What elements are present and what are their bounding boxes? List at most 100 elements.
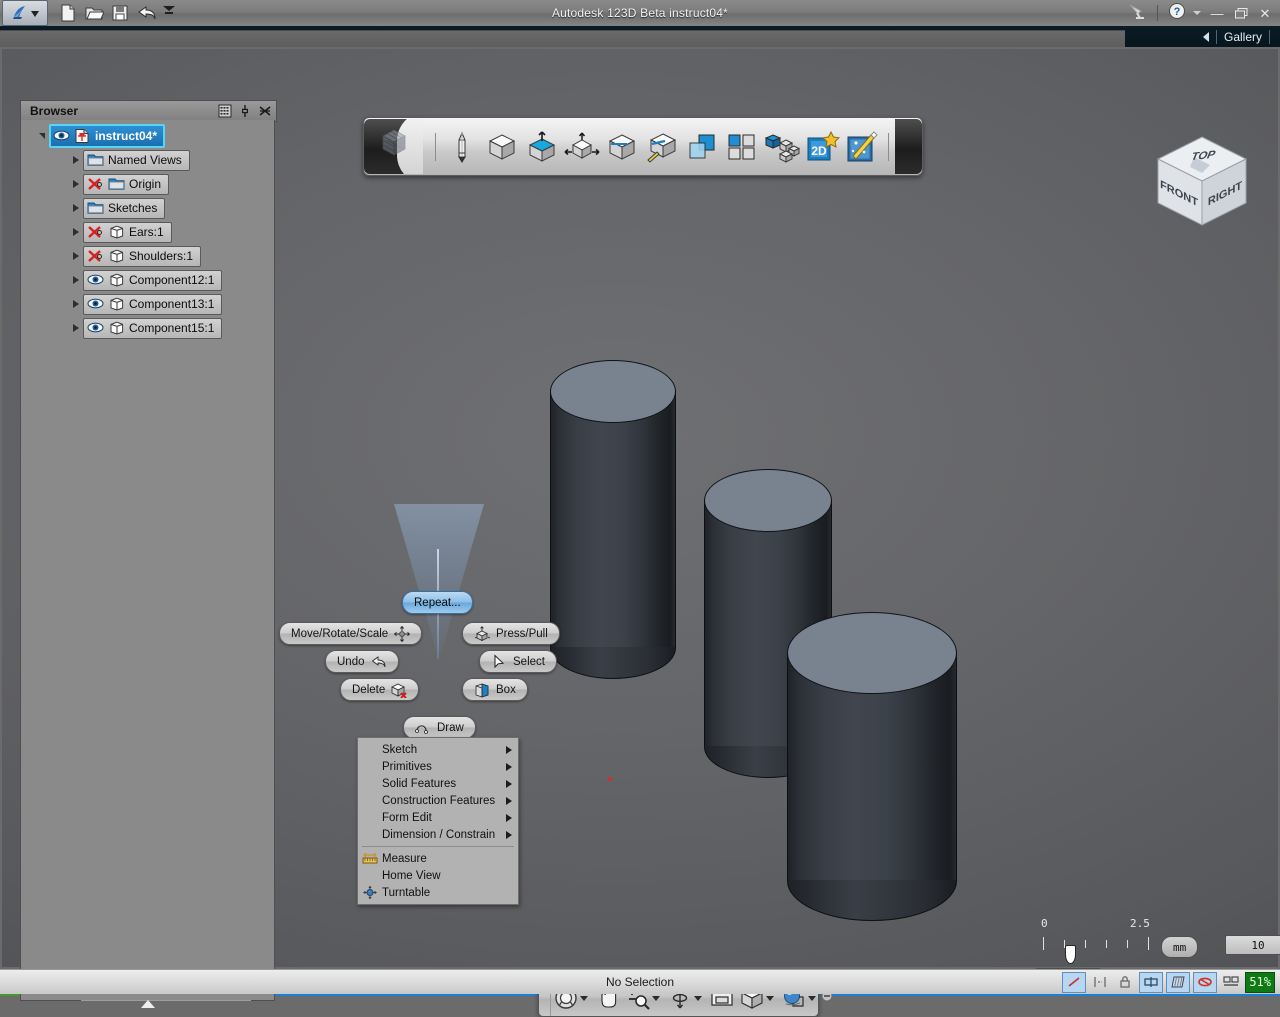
tree-row-shoulders[interactable]: Shoulders:1 [21,246,274,266]
repeat-label: Repeat... [414,597,461,609]
gallery-collapse-icon[interactable] [1203,32,1209,42]
grid-spacing-field[interactable]: 10 [1225,935,1280,955]
tree-row-sketches[interactable]: Sketches [21,198,274,218]
modify-icon[interactable] [642,125,682,169]
primitives-cube-icon[interactable] [482,125,522,169]
drawing-2d-icon[interactable]: 2D [802,125,842,169]
effects-wand-icon[interactable] [842,125,882,169]
context-menu-item-construction-features[interactable]: Construction Features [358,792,518,809]
expand-triangle-icon[interactable] [69,228,83,236]
cylinder-3[interactable] [787,564,957,934]
context-menu-item-dimension-constrain[interactable]: Dimension / Constrain [358,826,518,843]
select-button[interactable]: Select [479,650,557,673]
hidden-x-icon[interactable] [87,249,104,263]
construct-icon[interactable] [602,125,642,169]
close-button[interactable]: ✕ [1256,4,1274,22]
toolbar-separator [435,133,436,161]
scale-unit-button[interactable]: mm [1161,936,1198,958]
save-file-icon[interactable] [110,3,130,23]
view-cube[interactable]: TOP FRONT RIGHT [1146,129,1258,235]
gallery-label[interactable]: Gallery [1224,30,1262,44]
application-menu-button[interactable] [2,0,48,26]
expand-triangle-icon[interactable] [69,276,83,284]
help-dropdown-icon[interactable] [1192,4,1202,22]
context-menu-item-primitives[interactable]: Primitives [358,758,518,775]
eye-icon[interactable] [87,273,104,287]
status-bar: No Selection [0,969,1280,994]
tree-chip-component13[interactable]: Component13:1 [83,294,222,315]
combine-icon[interactable] [682,125,722,169]
toolbar-home-cap[interactable] [364,119,423,174]
chevron-down-icon[interactable] [766,996,774,1001]
chevron-down-icon[interactable] [694,996,702,1001]
tree-chip-component15[interactable]: Component15:1 [83,318,222,339]
expand-triangle-icon[interactable] [69,300,83,308]
browser-dock-button[interactable] [236,103,253,120]
eye-icon[interactable] [87,321,104,335]
toolbar-right-cap[interactable] [895,119,922,174]
undo-icon[interactable] [136,3,156,23]
chevron-down-icon[interactable] [580,996,588,1001]
delete-cube-icon [391,682,407,698]
application-window: Autodesk 123D Beta instruct04* ? — [0,0,1280,996]
move-rotate-scale-icon[interactable] [562,125,602,169]
submenu-arrow-icon [506,763,512,771]
tree-chip-component12[interactable]: Component12:1 [83,270,222,291]
expand-triangle-icon[interactable] [69,180,83,188]
tree-row-named-views[interactable]: Named Views [21,150,274,170]
restore-button[interactable] [1232,4,1250,22]
context-menu-item-solid-features[interactable]: Solid Features [358,775,518,792]
sketch-pencil-icon[interactable] [442,125,482,169]
broadcast-icon[interactable] [1127,2,1147,25]
box-button[interactable]: Box [462,678,528,701]
tree-chip-origin[interactable]: Origin [83,174,169,195]
tree-chip-named-views[interactable]: Named Views [83,150,190,171]
scale-slider-handle[interactable] [1065,945,1076,964]
eye-icon[interactable] [87,297,104,311]
browser-close-button[interactable] [256,103,273,120]
expand-triangle-icon[interactable] [69,324,83,332]
tree-row-component12[interactable]: Component12:1 [21,270,274,290]
pattern-grid-icon[interactable] [722,125,762,169]
draw-button[interactable]: Draw [403,716,476,739]
context-menu-item-form-edit[interactable]: Form Edit [358,809,518,826]
tree-row-component15[interactable]: Component15:1 [21,318,274,338]
hidden-x-icon[interactable] [87,177,104,191]
tree-row-instruct04[interactable]: instruct04* [21,126,274,146]
undo-button[interactable]: Undo [325,650,399,673]
press-pull-button[interactable]: Press/Pull [462,622,560,645]
press-pull-icon[interactable] [522,125,562,169]
expand-triangle-icon[interactable] [69,252,83,260]
browser-body[interactable]: instruct04* [20,120,275,1001]
expand-triangle-open-icon[interactable] [35,133,49,139]
context-menu-item-turntable[interactable]: Turntable [358,884,518,901]
tree-chip-shoulders[interactable]: Shoulders:1 [83,246,201,267]
customize-qat-icon[interactable] [162,3,182,23]
minimize-button[interactable]: — [1208,4,1226,22]
tree-chip-ears[interactable]: Ears:1 [83,222,172,243]
assemble-icon[interactable] [762,125,802,169]
move-rotate-scale-button[interactable]: Move/Rotate/Scale [279,622,422,645]
tree-row-component13[interactable]: Component13:1 [21,294,274,314]
tree-row-origin[interactable]: Origin [21,174,274,194]
hidden-x-icon[interactable] [87,225,104,239]
help-icon[interactable]: ? [1168,2,1186,25]
tree-chip-instruct04[interactable]: instruct04* [49,124,165,148]
delete-button[interactable]: Delete [340,678,419,701]
eye-icon[interactable] [53,129,70,143]
chevron-down-icon[interactable] [808,996,816,1001]
browser-filter-button[interactable] [216,103,233,120]
tree-row-ears[interactable]: Ears:1 [21,222,274,242]
chevron-down-icon[interactable] [652,996,660,1001]
tree-chip-sketches[interactable]: Sketches [83,198,165,219]
cube-grid-home-icon[interactable] [377,127,411,166]
open-file-icon[interactable] [84,3,104,23]
context-menu-item-measure[interactable]: Measure [358,850,518,867]
browser-resize-handle[interactable] [141,1000,155,1008]
expand-triangle-icon[interactable] [69,204,83,212]
context-menu-item-home-view[interactable]: Home View [358,867,518,884]
expand-triangle-icon[interactable] [69,156,83,164]
new-file-icon[interactable] [58,3,78,23]
repeat-button[interactable]: Repeat... [402,591,473,614]
context-menu-item-sketch[interactable]: Sketch [358,741,518,758]
